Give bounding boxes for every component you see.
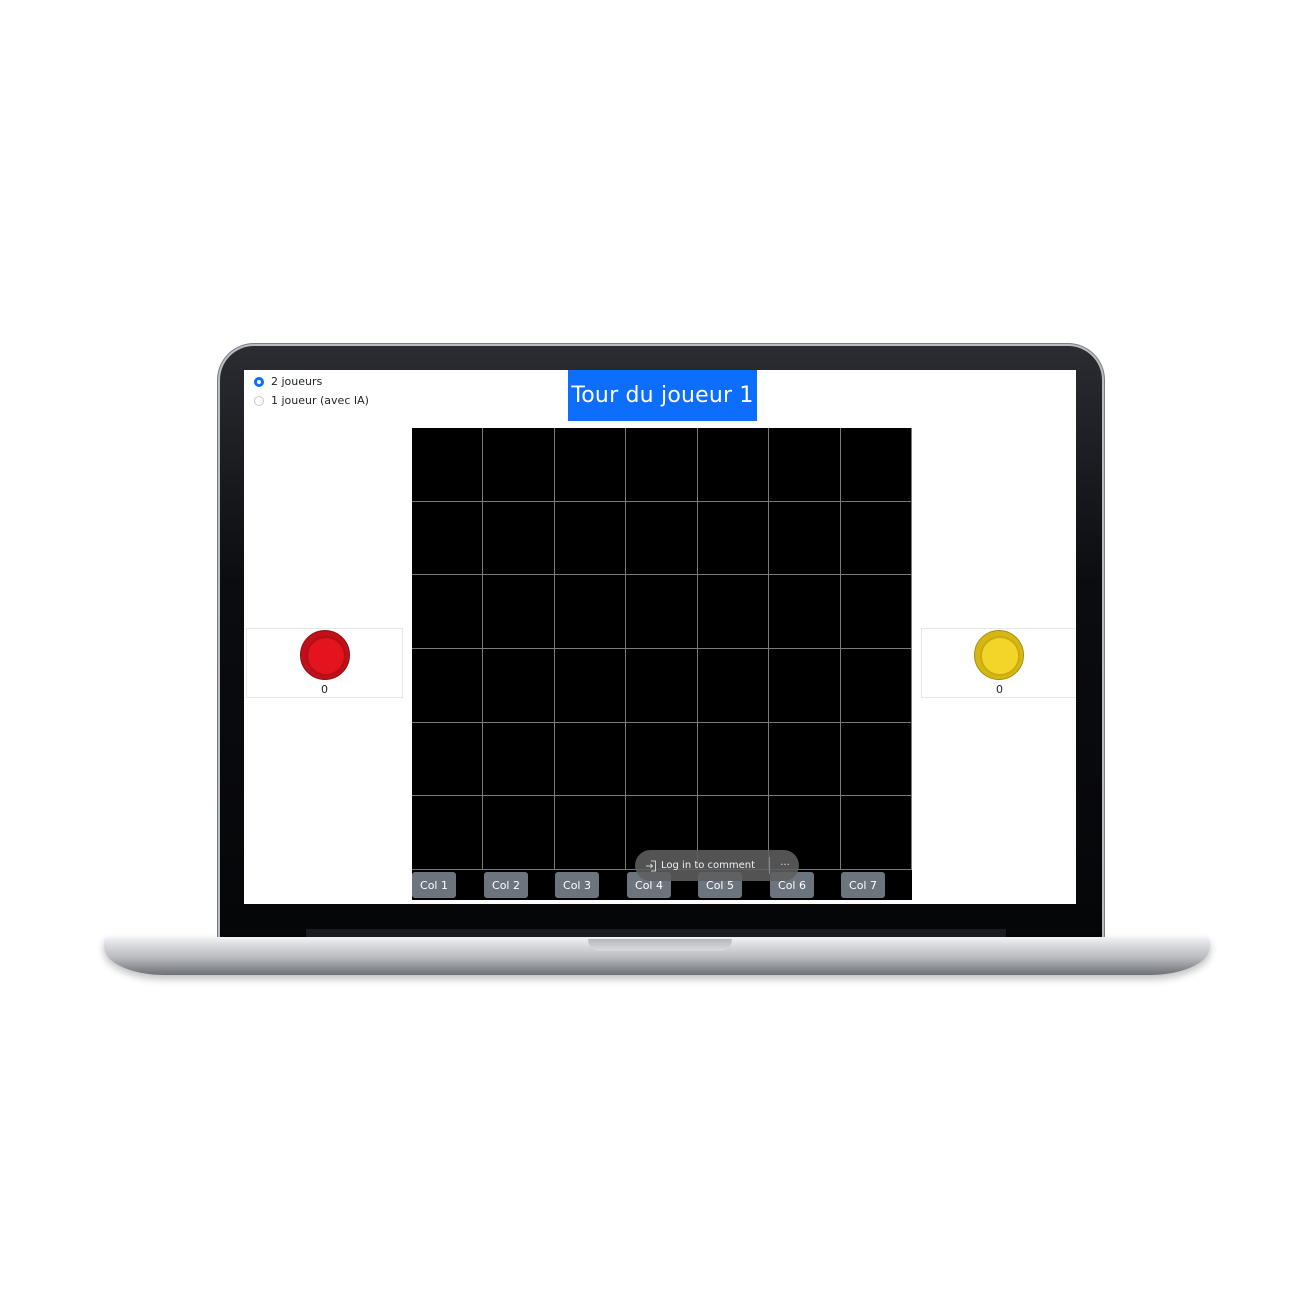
board-cell[interactable] [626,575,698,649]
col-1-button[interactable]: Col 1 [412,872,456,898]
more-options-button[interactable]: ··· [775,850,795,881]
board-cell[interactable] [483,796,555,870]
board-cell[interactable] [840,575,912,649]
mode-option-one-player-ai[interactable]: 1 joueur (avec IA) [254,391,369,410]
board-cell[interactable] [554,796,627,870]
board-cell[interactable] [697,575,770,649]
radio-two-players[interactable] [254,376,264,387]
board-cell[interactable] [769,501,841,576]
laptop-mockup: 2 joueurs 1 joueur (avec IA) Tour du jou… [0,0,1300,1300]
turn-banner: Tour du joueur 1 [568,370,757,421]
board-cell[interactable] [769,648,841,723]
board-cell[interactable] [554,648,627,723]
player-1-card: 0 [246,628,403,698]
login-icon [645,860,657,872]
board-cell[interactable] [840,501,912,576]
board-cell[interactable] [697,648,770,723]
board-cell[interactable] [554,501,627,576]
board-cell[interactable] [697,501,770,576]
board-cell[interactable] [412,575,484,649]
board-cell[interactable] [840,722,912,797]
player-2-score: 0 [996,683,1003,696]
pill-divider [769,857,770,874]
board-cell[interactable] [626,428,698,502]
board-cell[interactable] [412,722,484,797]
mode-option-label: 2 joueurs [271,375,323,388]
col-3-button[interactable]: Col 3 [555,872,599,898]
laptop-notch [588,939,732,951]
radio-one-player-ai[interactable] [254,395,264,406]
board-cell[interactable] [769,722,841,797]
board-cell[interactable] [554,722,627,797]
board-cell[interactable] [554,575,627,649]
board-cell[interactable] [412,648,484,723]
board-cell[interactable] [697,722,770,797]
board-cell[interactable] [412,428,484,502]
board-cell[interactable] [412,796,484,870]
board-cell[interactable] [769,428,841,502]
laptop-hinge [306,929,1006,937]
red-token-icon [300,630,350,680]
col-7-button[interactable]: Col 7 [841,872,885,898]
board-cell[interactable] [840,428,912,502]
col-2-button[interactable]: Col 2 [484,872,528,898]
mode-option-two-players[interactable]: 2 joueurs [254,372,369,391]
board-cell[interactable] [483,428,555,502]
board-cell[interactable] [840,648,912,723]
game-mode-options: 2 joueurs 1 joueur (avec IA) [254,372,369,410]
login-to-comment-link[interactable]: Log in to comment [661,860,755,871]
board-cell[interactable] [626,648,698,723]
player-1-score: 0 [321,683,328,696]
screen: 2 joueurs 1 joueur (avec IA) Tour du jou… [244,370,1076,904]
comment-bar: Log in to comment ··· [635,850,799,881]
board-cell[interactable] [483,575,555,649]
board-cell[interactable] [626,722,698,797]
game-board: Col 1 Col 2 Col 3 Col 4 Col 5 Col 6 Col … [412,428,912,900]
board-cell[interactable] [697,428,770,502]
player-2-card: 0 [921,628,1076,698]
board-cell[interactable] [483,648,555,723]
board-cell[interactable] [412,501,484,576]
board-cell[interactable] [554,428,627,502]
mode-option-label: 1 joueur (avec IA) [271,394,369,407]
board-cell[interactable] [626,501,698,576]
board-cell[interactable] [483,501,555,576]
board-cell[interactable] [840,796,912,870]
yellow-token-icon [974,630,1024,680]
board-cell[interactable] [769,575,841,649]
board-grid [412,428,912,870]
board-cell[interactable] [483,722,555,797]
